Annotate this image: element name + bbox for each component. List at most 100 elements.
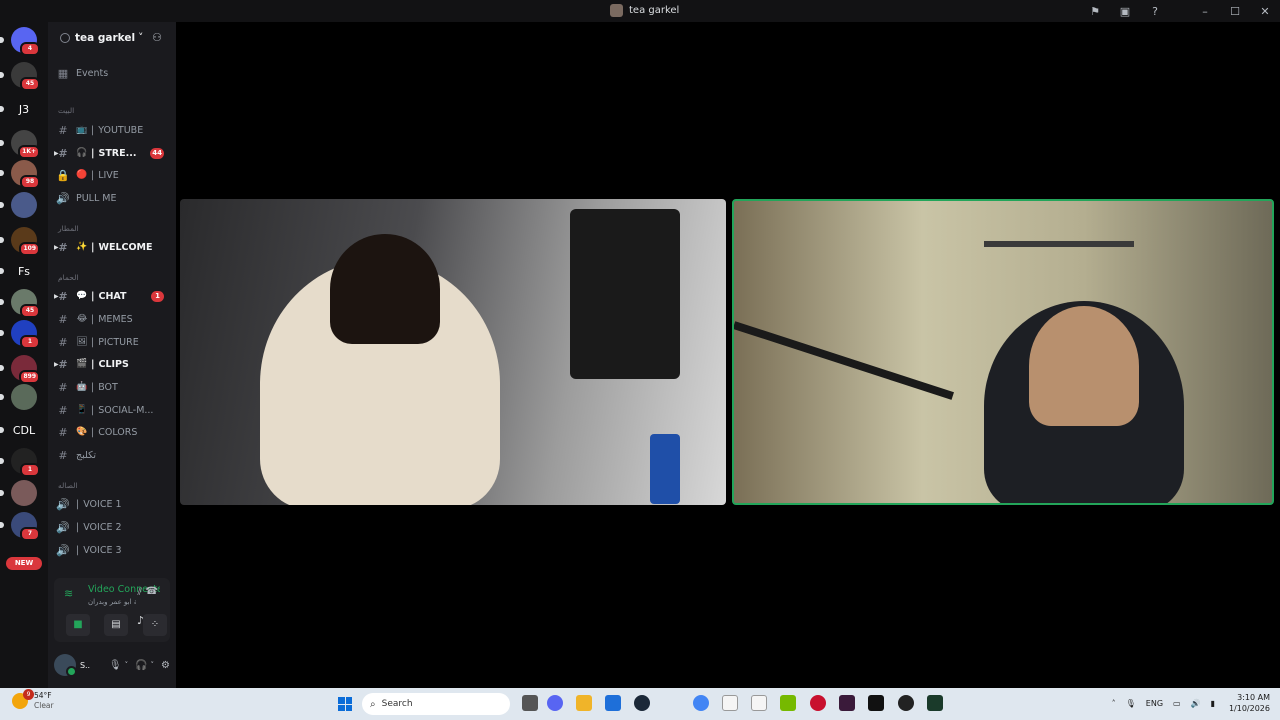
channel-item[interactable]: ▶ # 🎧 | STRE... 44 <box>54 143 176 163</box>
category-header[interactable]: المطار <box>58 224 79 233</box>
channel-item[interactable]: # تكلبج <box>56 445 176 465</box>
server-icon-3[interactable]: J3 <box>0 96 37 122</box>
voice-channel-name[interactable]: عالم / غرفة ابو عمر وبدران <box>88 598 136 606</box>
server-icon-6[interactable] <box>0 192 37 218</box>
add-member-icon[interactable]: ⚇ <box>152 31 162 44</box>
channel-item[interactable]: 🔒 🔴 | LIVE <box>56 165 176 185</box>
channel-name: YOUTUBE <box>98 124 144 136</box>
channel-emoji: 💬 <box>76 291 88 301</box>
server-header[interactable]: tea garkel ˅ ⚇ <box>48 22 176 54</box>
chevron-up-icon[interactable]: ˄ <box>1112 699 1116 708</box>
channel-item[interactable]: ▶ # 💬 | CHAT 1 <box>54 286 176 306</box>
server-icon-2[interactable]: 45 <box>0 62 40 91</box>
channel-item[interactable]: ▶ # 🎬 | CLIPS <box>54 354 176 374</box>
server-icon-5[interactable]: 98 <box>0 160 40 189</box>
volume-icon[interactable]: 🔊 <box>1191 699 1201 708</box>
channel-item[interactable]: # 🤖 | BOT <box>56 377 176 397</box>
category-header[interactable]: الحمام <box>58 273 78 282</box>
can <box>650 434 680 504</box>
server-icon-15[interactable] <box>0 480 37 506</box>
channel-item[interactable]: ▶ # ✨ | WELCOME <box>54 237 176 257</box>
discord-app-icon[interactable] <box>547 695 563 711</box>
channel-item[interactable]: # 😂 | MEMES <box>56 309 176 329</box>
voice-connection-panel: ≋ Video Connected عالم / غرفة ابو عمر وب… <box>54 578 170 642</box>
channel-item[interactable]: 🔊 PULL ME <box>56 188 176 208</box>
network-icon[interactable]: ▭ <box>1173 699 1181 708</box>
mention-badge: 98 <box>20 175 40 189</box>
server-icon-9[interactable]: 45 <box>0 289 40 318</box>
channel-item[interactable]: # 🖼 | PICTURE <box>56 332 176 352</box>
server-icon-14[interactable]: 1 <box>0 448 40 477</box>
channel-item[interactable]: # 🎨 | COLORS <box>56 422 176 442</box>
channel-name: تكلبج <box>76 449 97 461</box>
store-icon[interactable] <box>605 695 621 711</box>
disconnect-icon[interactable]: ☎ <box>146 586 158 597</box>
activities-button[interactable]: ⁘ <box>143 614 167 636</box>
weather-widget[interactable]: 9 54°F Clear <box>12 689 54 711</box>
soundboard-icon[interactable]: ♪ <box>137 614 144 627</box>
task-view-icon[interactable] <box>522 695 538 711</box>
server-icon-11[interactable]: 899 <box>0 355 40 384</box>
channel-name: STRE... <box>98 147 137 159</box>
battery-icon[interactable]: ▮ <box>1211 699 1215 708</box>
nvidia-icon[interactable] <box>780 695 796 711</box>
username[interactable]: S.. <box>80 661 102 670</box>
user-panel: S.. 🎙 ˅ 🎧 ˅ ⚙ <box>54 650 170 680</box>
editor-icon[interactable] <box>839 695 855 711</box>
avatar[interactable] <box>54 654 77 677</box>
audio-options-icon[interactable]: ˅ <box>151 661 155 669</box>
chrome-icon[interactable] <box>693 695 709 711</box>
server-icon-12[interactable] <box>0 384 37 410</box>
media-player-icon[interactable] <box>810 695 826 711</box>
unread-pip <box>0 394 4 400</box>
server-icon-13[interactable]: CDL <box>0 417 37 443</box>
channel-item[interactable]: 🔊 | VOICE 2 <box>56 517 176 537</box>
channel-item[interactable]: # 📺 | YOUTUBE <box>56 120 176 140</box>
new-servers-pill[interactable]: NEW <box>6 557 42 570</box>
steam-icon[interactable] <box>634 695 650 711</box>
channel-emoji: ✨ <box>76 242 88 252</box>
clock[interactable]: 3:10 AM 1/10/2026 <box>1229 692 1270 714</box>
flag-icon[interactable]: ⚑ <box>1080 5 1110 18</box>
document-icon-2[interactable] <box>751 695 767 711</box>
category-header[interactable]: البيت <box>58 106 74 115</box>
taskbar-search[interactable]: ⌕ Search <box>362 693 510 715</box>
close-icon[interactable]: ✕ <box>1250 5 1280 18</box>
video-tile-participant-2[interactable] <box>732 199 1274 505</box>
headphones-icon[interactable]: 🎧 <box>135 660 147 671</box>
settings-gear-icon[interactable]: ⚙ <box>161 660 170 671</box>
mic-options-icon[interactable]: ˅ <box>125 661 129 669</box>
help-icon[interactable]: ? <box>1140 5 1170 18</box>
video-tile-participant-1[interactable] <box>180 199 726 505</box>
noise-suppression-icon[interactable]: ⫽ <box>138 587 142 598</box>
channel-item[interactable]: 🔊 | VOICE 1 <box>56 494 176 514</box>
game-icon[interactable] <box>868 695 884 711</box>
channel-item[interactable]: # 📱 | SOCIAL-M... <box>56 400 176 420</box>
maximize-icon[interactable]: ☐ <box>1220 5 1250 18</box>
server-icon-16[interactable]: 7 <box>0 512 40 541</box>
server-icon-7[interactable]: 109 <box>0 227 40 256</box>
mention-badge: 899 <box>19 370 40 384</box>
category-header[interactable]: الصاله <box>58 481 77 490</box>
screen-share-button[interactable]: ▤ <box>104 614 128 636</box>
events-item[interactable]: ▦ Events <box>56 63 176 83</box>
channel-name: VOICE 3 <box>83 544 122 556</box>
server-icon-10[interactable]: 1 <box>0 320 40 349</box>
microphone-icon[interactable]: 🎙 <box>109 660 122 671</box>
camera-button[interactable]: ■ <box>66 614 90 636</box>
server-icon-4[interactable]: 1K+ <box>0 130 40 159</box>
file-explorer-icon[interactable] <box>576 695 592 711</box>
start-button[interactable] <box>338 697 352 711</box>
document-icon[interactable] <box>722 695 738 711</box>
obs-icon[interactable] <box>898 695 914 711</box>
unread-pip <box>0 299 4 305</box>
discord-icon[interactable]: 4 <box>0 27 40 56</box>
inbox-icon[interactable]: ▣ <box>1110 5 1140 18</box>
server-icon-8[interactable]: Fs <box>0 258 37 284</box>
terminal-icon[interactable] <box>927 695 943 711</box>
mic-tray-icon[interactable]: 🎙 <box>1126 699 1136 708</box>
mention-count-badge: 44 <box>150 148 164 159</box>
channel-item[interactable]: 🔊 | VOICE 3 <box>56 540 176 560</box>
language-indicator[interactable]: ENG <box>1146 699 1163 708</box>
minimize-icon[interactable]: – <box>1190 5 1220 18</box>
